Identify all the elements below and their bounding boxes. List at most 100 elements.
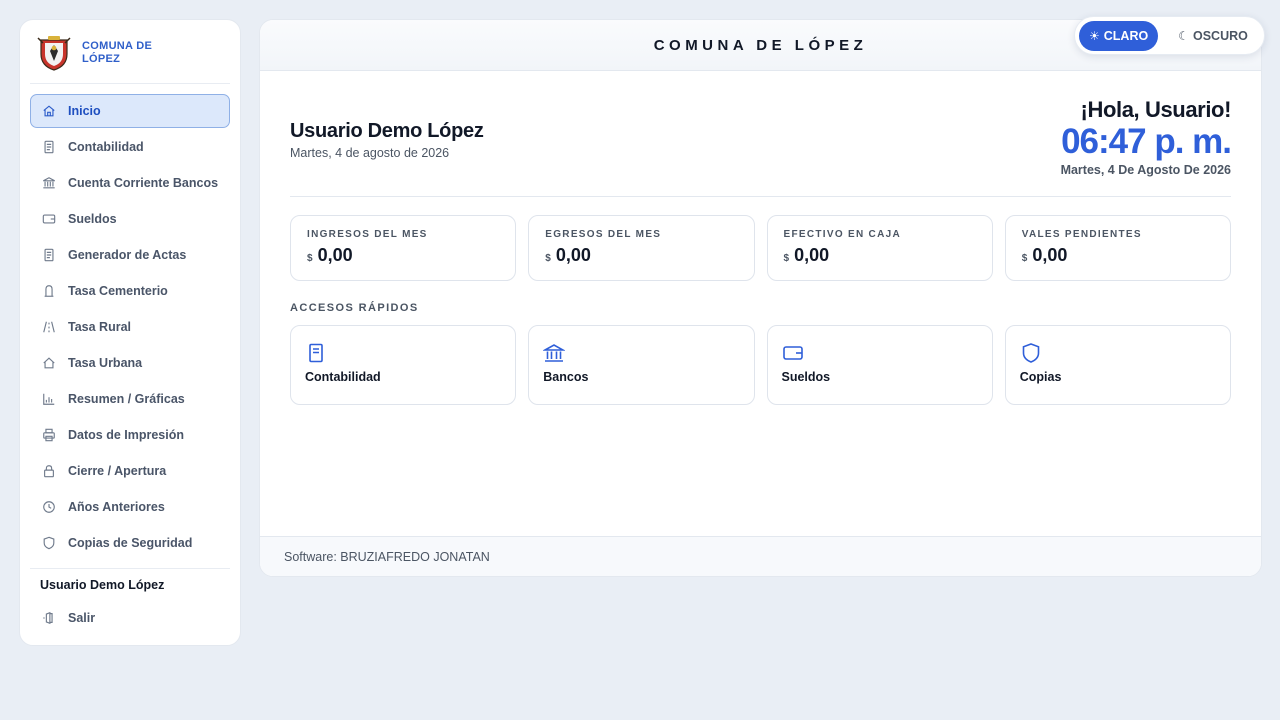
clock-icon [41,500,56,515]
stat-card-ingresos: INGRESOS DEL MES $0,00 [290,215,517,281]
stat-value: 0,00 [555,245,591,265]
currency-symbol: $ [783,253,790,264]
sidebar-item-label: Cierre / Apertura [68,464,167,478]
sidebar-item-generador-de-actas[interactable]: Generador de Actas [30,238,230,272]
coat-of-arms-logo [37,35,71,71]
sidebar-item-label: Cuenta Corriente Bancos [68,176,219,190]
stat-card-vales: VALES PENDIENTES $0,00 [1004,215,1231,281]
greeting: ¡Hola, Usuario! [1080,97,1232,122]
quick-card-contabilidad[interactable]: Contabilidad [290,325,517,405]
stat-value: 0,00 [794,245,830,265]
quick-access-title: ACCESOS RÁPIDOS [290,302,419,314]
dashboard-content: Usuario Demo López Martes, 4 de agosto d… [260,71,1261,405]
brand: COMUNA DE LÓPEZ [30,32,230,84]
road-icon [41,320,56,335]
quick-access-row: Contabilidad Bancos Sueldos Copias [290,325,1231,405]
sidebar-item-contabilidad[interactable]: Contabilidad [30,130,230,164]
logout-label: Salir [68,611,96,625]
sidebar-item-resumen-graficas[interactable]: Resumen / Gráficas [30,382,230,416]
stat-label: INGRESOS DEL MES [307,229,428,240]
user-info: Usuario Demo López Martes, 4 de agosto d… [290,97,484,160]
sidebar-item-anos-anteriores[interactable]: Años Anteriores [30,490,230,524]
clock-time: 06:47 p. m. [1061,122,1232,161]
sidebar-item-label: Inicio [68,104,101,118]
moon-icon: ☾ [1178,28,1189,43]
stat-label: EGRESOS DEL MES [545,229,662,240]
sidebar-item-label: Contabilidad [68,140,144,154]
currency-symbol: $ [545,253,551,264]
document-icon [41,140,56,155]
sidebar-item-cuenta-corriente-bancos[interactable]: Cuenta Corriente Bancos [30,166,230,200]
quick-card-sueldos[interactable]: Sueldos [766,325,993,405]
sidebar-item-copias-de-seguridad[interactable]: Copias de Seguridad [30,526,230,560]
quick-card-bancos[interactable]: Bancos [528,325,755,405]
sidebar-item-label: Años Anteriores [68,500,165,514]
stat-card-egresos: EGRESOS DEL MES $0,00 [528,215,755,281]
footer-credit: Software: BRUZIAFREDO JONATAN [284,549,490,564]
shield-icon [1020,342,1042,364]
sidebar-item-label: Generador de Actas [68,248,187,262]
main-panel: COMUNA DE LÓPEZ Usuario Demo López Marte… [259,19,1262,577]
quick-card-label: Sueldos [781,370,831,384]
currency-symbol: $ [307,253,313,264]
sidebar-item-datos-de-impresion[interactable]: Datos de Impresión [30,418,230,452]
theme-toggle: ☀ CLARO ☾ OSCURO [1074,16,1265,55]
lock-icon [41,464,56,479]
sidebar-item-tasa-rural[interactable]: Tasa Rural [30,310,230,344]
logout-button[interactable]: Salir [30,601,230,635]
greeting-block: ¡Hola, Usuario! 06:47 p. m. Martes, 4 De… [1060,97,1232,177]
stat-card-efectivo: EFECTIVO EN CAJA $0,00 [766,215,993,281]
sidebar-item-sueldos[interactable]: Sueldos [30,202,230,236]
sidebar-item-label: Tasa Cementerio [68,284,168,298]
footer: Software: BRUZIAFREDO JONATAN [260,536,1261,576]
stat-label: VALES PENDIENTES [1021,229,1142,240]
sidebar-divider [30,568,230,569]
quick-card-label: Bancos [543,370,589,384]
welcome-section: Usuario Demo López Martes, 4 de agosto d… [290,71,1232,197]
home-icon [41,104,56,119]
brand-name: COMUNA DE LÓPEZ [82,39,153,65]
sidebar-item-label: Resumen / Gráficas [68,392,185,406]
sidebar-user-name: Usuario Demo López [40,578,165,592]
wallet-icon [41,212,56,227]
theme-light-label: CLARO [1103,28,1149,43]
page-title: COMUNA DE LÓPEZ [653,36,868,54]
bank-icon [41,176,56,191]
sidebar-item-inicio[interactable]: Inicio [30,94,230,128]
printer-icon [41,428,56,443]
bar-chart-icon [41,392,56,407]
tombstone-icon [41,284,56,299]
user-name: Usuario Demo López [290,120,484,142]
stat-value: 0,00 [317,245,353,265]
document-icon [305,342,327,364]
theme-light-button[interactable]: ☀ CLARO [1079,20,1159,51]
quick-card-label: Copias [1019,370,1062,384]
sidebar-item-label: Sueldos [68,212,117,226]
sidebar-item-tasa-urbana[interactable]: Tasa Urbana [30,346,230,380]
stat-value: 0,00 [1032,245,1068,265]
sidebar-item-label: Copias de Seguridad [68,536,193,550]
document-icon [41,248,56,263]
sidebar-item-cierre-apertura[interactable]: Cierre / Apertura [30,454,230,488]
wallet-icon [782,342,804,364]
sidebar-item-label: Tasa Rural [68,320,131,334]
theme-dark-label: OSCURO [1192,28,1248,43]
clock-date: Martes, 4 De Agosto De 2026 [1060,163,1231,177]
quick-card-label: Contabilidad [305,370,381,384]
sidebar-item-label: Tasa Urbana [68,356,143,370]
sidebar-item-tasa-cementerio[interactable]: Tasa Cementerio [30,274,230,308]
quick-card-copias[interactable]: Copias [1004,325,1231,405]
sidebar-nav: Inicio Contabilidad Cuenta Corriente Ban… [30,94,230,560]
sidebar-item-label: Datos de Impresión [68,428,184,442]
house-icon [41,356,56,371]
door-exit-icon [41,611,56,626]
currency-symbol: $ [1021,253,1028,264]
shield-icon [41,536,56,551]
bank-icon [542,342,567,364]
theme-dark-button[interactable]: ☾ OSCURO [1168,21,1258,51]
stats-row: INGRESOS DEL MES $0,00 EGRESOS DEL MES $… [290,215,1231,281]
stat-label: EFECTIVO EN CAJA [783,229,901,240]
current-date: Martes, 4 de agosto de 2026 [290,146,450,160]
sidebar: COMUNA DE LÓPEZ Inicio Contabilidad Cuen… [19,19,241,646]
sun-icon: ☀ [1089,28,1100,43]
